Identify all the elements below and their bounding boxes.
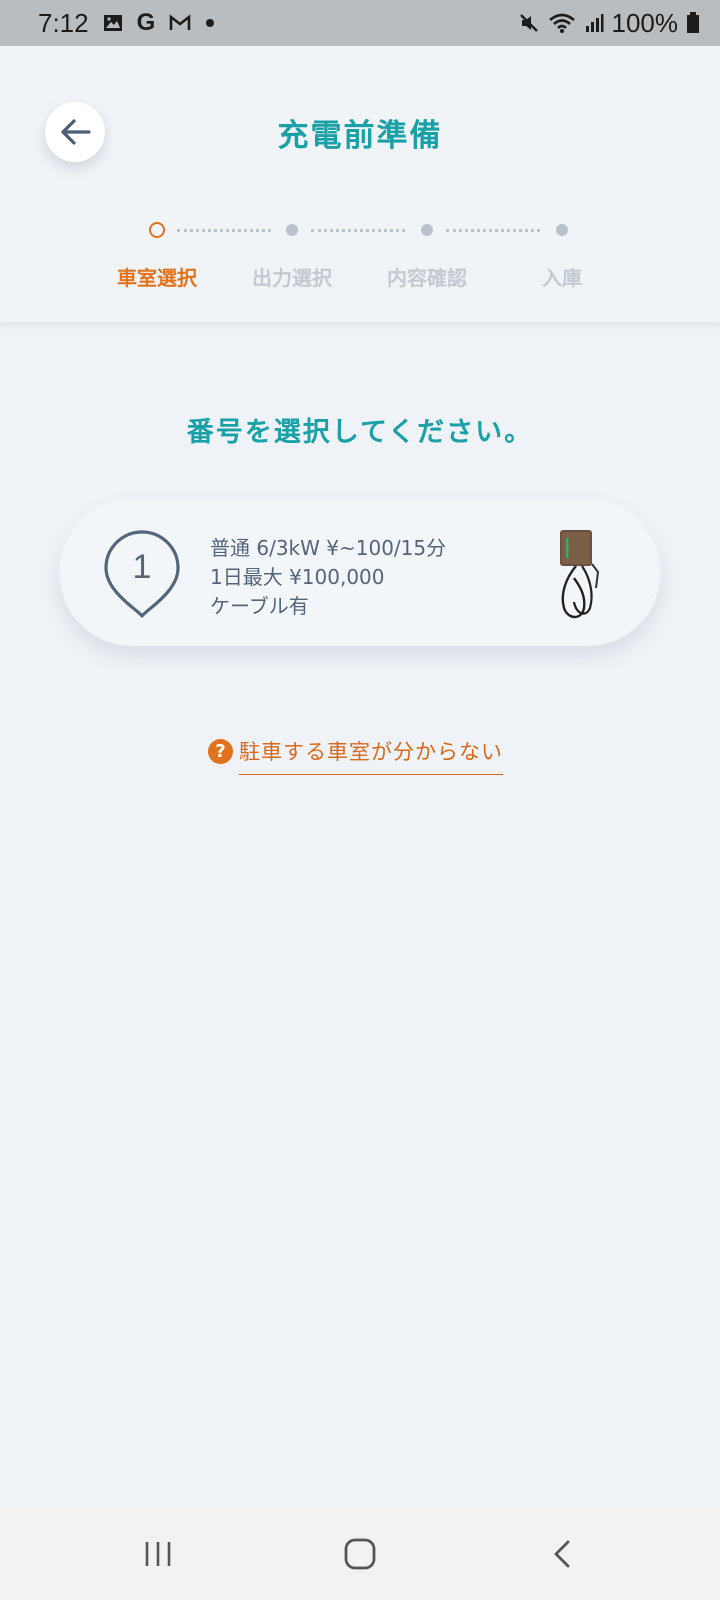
back-nav-button[interactable] <box>532 1532 592 1576</box>
google-icon: G <box>136 9 156 36</box>
step-label-output-select: 出力選択 <box>252 266 332 290</box>
dot-icon <box>205 18 215 28</box>
step-dot-4 <box>556 224 568 236</box>
help-link-text: 駐車する車室が分からない <box>239 736 503 775</box>
step-connector <box>311 229 405 232</box>
signal-icon <box>584 13 604 33</box>
step-label-room-select: 車室選択 <box>117 266 197 290</box>
room-cable: ケーブル有 <box>210 594 309 618</box>
question-icon: ? <box>208 739 233 764</box>
status-bar: 7:12 G 100% <box>0 0 720 46</box>
room-card-1[interactable]: 1 普通 6/3kW ¥~100/15分 1日最大 ¥100,000 ケーブル有 <box>60 502 660 646</box>
status-time: 7:12 <box>38 7 89 38</box>
room-number: 1 <box>132 548 152 586</box>
system-nav-bar <box>0 1508 720 1600</box>
chevron-left-icon <box>554 1540 570 1568</box>
home-icon <box>344 1538 376 1570</box>
ev-charger-icon <box>560 530 600 619</box>
step-label-confirm: 内容確認 <box>387 266 467 290</box>
step-dot-1 <box>149 222 165 238</box>
step-dot-2 <box>286 224 298 236</box>
wifi-icon <box>548 12 576 34</box>
gallery-icon <box>103 14 123 32</box>
gmail-icon <box>169 14 191 32</box>
page-title: 充電前準備 <box>277 118 443 154</box>
header: 充電前準備 車室選択 出力選択 内容確認 入庫 <box>0 46 720 322</box>
step-connector <box>177 229 271 232</box>
room-details: 普通 6/3kW ¥~100/15分 1日最大 ¥100,000 ケーブル有 <box>210 534 446 621</box>
room-daily-max: 1日最大 ¥100,000 <box>210 565 385 589</box>
room-rate: 普通 6/3kW ¥~100/15分 <box>210 536 447 560</box>
recent-apps-button[interactable] <box>128 1532 188 1576</box>
recent-apps-icon <box>145 1542 171 1566</box>
battery-icon <box>686 12 700 34</box>
mute-icon <box>518 12 540 34</box>
home-button[interactable] <box>330 1532 390 1576</box>
step-label-enter: 入庫 <box>542 266 582 290</box>
step-connector <box>446 229 540 232</box>
select-number-prompt: 番号を選択してください。 <box>186 417 534 448</box>
progress-stepper: 車室選択 出力選択 内容確認 入庫 <box>0 216 720 296</box>
help-link[interactable]: ? 駐車する車室が分からない <box>208 736 503 776</box>
step-dot-3 <box>421 224 433 236</box>
battery-percent: 100% <box>611 7 679 38</box>
